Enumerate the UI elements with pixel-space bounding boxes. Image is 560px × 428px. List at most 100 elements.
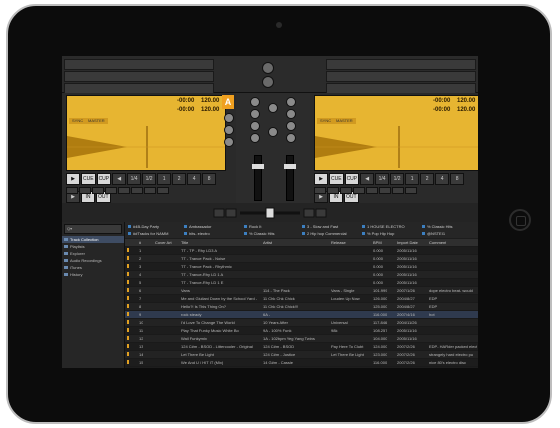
col-header-artist[interactable]: Artist (263, 239, 272, 246)
gain-knob-a[interactable] (250, 97, 260, 107)
favorite-slot[interactable]: #4B-Day Party (127, 223, 159, 230)
tree-item-playlists[interactable]: Playlists (62, 243, 124, 250)
col-header-num[interactable]: # (139, 239, 141, 246)
eq-low-knob-a[interactable] (250, 133, 260, 143)
col-header-import-date[interactable]: Import Date (397, 239, 418, 246)
deck-b-loop-size[interactable]: 1 (405, 173, 420, 185)
favorite-slot[interactable]: % Pop Hip Hop (361, 230, 394, 237)
favorite-slot[interactable]: ##Tracks for NAMM (127, 230, 168, 237)
table-row[interactable]: 14 Let There Be Light 124 C#m - Justice Let… (125, 351, 478, 359)
deck-a-prev-button[interactable]: ◀ (112, 173, 127, 185)
hotcue-button[interactable] (379, 187, 391, 194)
home-button[interactable] (509, 209, 531, 231)
deck-b-prev-button[interactable]: ◀ (360, 173, 375, 185)
fader-cap[interactable] (252, 164, 264, 169)
favorite-slot[interactable]: 3 - Slow and Fast (301, 223, 338, 230)
eq-mid-knob-b[interactable] (286, 121, 296, 131)
deck-b-loop-size[interactable]: 2 (420, 173, 435, 185)
hotcue-button[interactable] (79, 187, 91, 194)
main-volume-knob[interactable] (262, 62, 274, 74)
table-row[interactable]: 13 124 C#m - BSOD - Littercooler - Origin… (125, 343, 478, 351)
favorite-slot[interactable]: 2 Hip hop Commercial (301, 230, 347, 237)
fader-cap[interactable] (284, 164, 296, 169)
channel-fader-a[interactable] (252, 155, 264, 201)
filter-knob[interactable] (268, 127, 278, 137)
table-row[interactable]: 4 TT - Trance-Rhy LD 1 A 0.000 2005/11/16 (125, 271, 478, 279)
hotcue-button[interactable] (405, 187, 417, 194)
deck-a-cue-button[interactable]: CUE (81, 173, 96, 185)
hotcue-button[interactable] (144, 187, 156, 194)
hotcue-button[interactable] (105, 187, 117, 194)
deck-b-cue-button[interactable]: CUE (329, 173, 344, 185)
crossfader[interactable] (212, 206, 328, 220)
deck-a-master-button[interactable]: MASTER (85, 118, 108, 124)
balance-knob[interactable] (262, 76, 274, 88)
search-input[interactable]: Q▾ (64, 224, 122, 234)
table-row[interactable]: 1 TT - TP - Rhy LD3 A 0.000 2005/11/16 (125, 247, 478, 255)
eq-high-knob-b[interactable] (286, 109, 296, 119)
table-row[interactable]: 5 TT - Trance-Rhy LD 1 E 0.000 2005/11/16 (125, 279, 478, 287)
eq-high-knob-a[interactable] (250, 109, 260, 119)
fx-slot[interactable] (326, 71, 476, 82)
tree-item-history[interactable]: History (62, 271, 124, 278)
tree-item-track-collection[interactable]: Track Collection (62, 236, 124, 243)
deck-b-master-button[interactable]: MASTER (333, 118, 356, 124)
hotcue-button[interactable] (157, 187, 169, 194)
favorite-slot[interactable]: Ambassador (183, 223, 211, 230)
deck-b-loop-size[interactable]: 1/2 (390, 173, 405, 185)
deck-b-loop-size[interactable]: 4 (435, 173, 450, 185)
gain-knob-b[interactable] (286, 97, 296, 107)
fx-slot[interactable] (64, 59, 214, 70)
hotcue-button[interactable] (314, 187, 326, 194)
table-row[interactable]: 3 TT - Trance Pack - Rhythmic 0.000 2005/11… (125, 263, 478, 271)
deck-a-loop-size[interactable]: 1/2 (142, 173, 157, 185)
favorite-slot[interactable]: % Classic Hits (421, 223, 453, 230)
favorite-slot[interactable]: Rock It (243, 223, 261, 230)
hotcue-button[interactable] (340, 187, 352, 194)
deck-a-knob[interactable] (224, 113, 234, 123)
deck-a-cup-button[interactable]: CUP (96, 173, 112, 185)
deck-b-loop-size[interactable]: 8 (450, 173, 465, 185)
deck-b-cup-button[interactable]: CUP (344, 173, 360, 185)
deck-a-waveform[interactable] (67, 126, 225, 168)
table-row[interactable]: 6 Vans 114 - The Pack Vans - Single 101.999 2… (125, 287, 478, 295)
hotcue-button[interactable] (366, 187, 378, 194)
table-row[interactable]: 11 Play That Funky Music White Bo 9A - 100… (125, 327, 478, 335)
table-row[interactable]: 2 TT - Trance Pack - Noise 0.000 2005/11/16 (125, 255, 478, 263)
col-header-title[interactable]: Title (181, 239, 188, 246)
tree-item-explorer[interactable]: Explorer (62, 250, 124, 257)
hotcue-button[interactable] (353, 187, 365, 194)
deck-a-loop-size[interactable]: 2 (172, 173, 187, 185)
deck-a-knob[interactable] (224, 137, 234, 147)
hotcue-button[interactable] (392, 187, 404, 194)
favorite-slot[interactable]: @NSTEI1 (421, 230, 445, 237)
hotcue-button[interactable] (118, 187, 130, 194)
col-header-bpm[interactable]: BPM (373, 239, 382, 246)
col-header-cover-art[interactable]: Cover Art (155, 239, 172, 246)
deck-a-loop-size[interactable]: 1/4 (127, 173, 142, 185)
hotcue-button[interactable] (92, 187, 104, 194)
col-header-release[interactable]: Release (331, 239, 346, 246)
deck-a-play-button[interactable]: ▶ (66, 173, 80, 185)
deck-b-waveform[interactable] (315, 126, 478, 168)
deck-a-sync-button[interactable]: SYNC (69, 118, 87, 124)
eq-low-knob-b[interactable] (286, 133, 296, 143)
hotcue-button[interactable] (131, 187, 143, 194)
hotcue-button[interactable] (66, 187, 78, 194)
col-header-comment[interactable]: Comment (429, 239, 446, 246)
table-row[interactable]: 8 Hello?! Is This Thing On? 11 Chk Chk Chi… (125, 303, 478, 311)
table-row[interactable]: 7 Me and Giuliani Down by the School Yard… (125, 295, 478, 303)
deck-b-loop-size[interactable]: 1/4 (375, 173, 390, 185)
deck-a-knob[interactable] (224, 125, 234, 135)
favorite-slot[interactable]: 1 HOUSE ELECTRO (361, 223, 405, 230)
deck-b-sync-button[interactable]: SYNC (317, 118, 335, 124)
deck-a-loop-size[interactable]: 1 (157, 173, 172, 185)
eq-mid-knob-a[interactable] (250, 121, 260, 131)
tree-item-audio-recordings[interactable]: Audio Recordings (62, 257, 124, 264)
tree-item-itunes[interactable]: iTunes (62, 264, 124, 271)
fx-slot[interactable] (64, 71, 214, 82)
deck-b-play-button[interactable]: ▶ (314, 173, 328, 185)
table-row[interactable]: 9 rock steady 6A - 116.000 2007/4/16 hot (125, 311, 478, 319)
favorite-slot[interactable]: hits- electro (183, 230, 210, 237)
table-row[interactable]: 15 We And U / HIT IT (Mix) 14 G#m - Cassie… (125, 359, 478, 367)
